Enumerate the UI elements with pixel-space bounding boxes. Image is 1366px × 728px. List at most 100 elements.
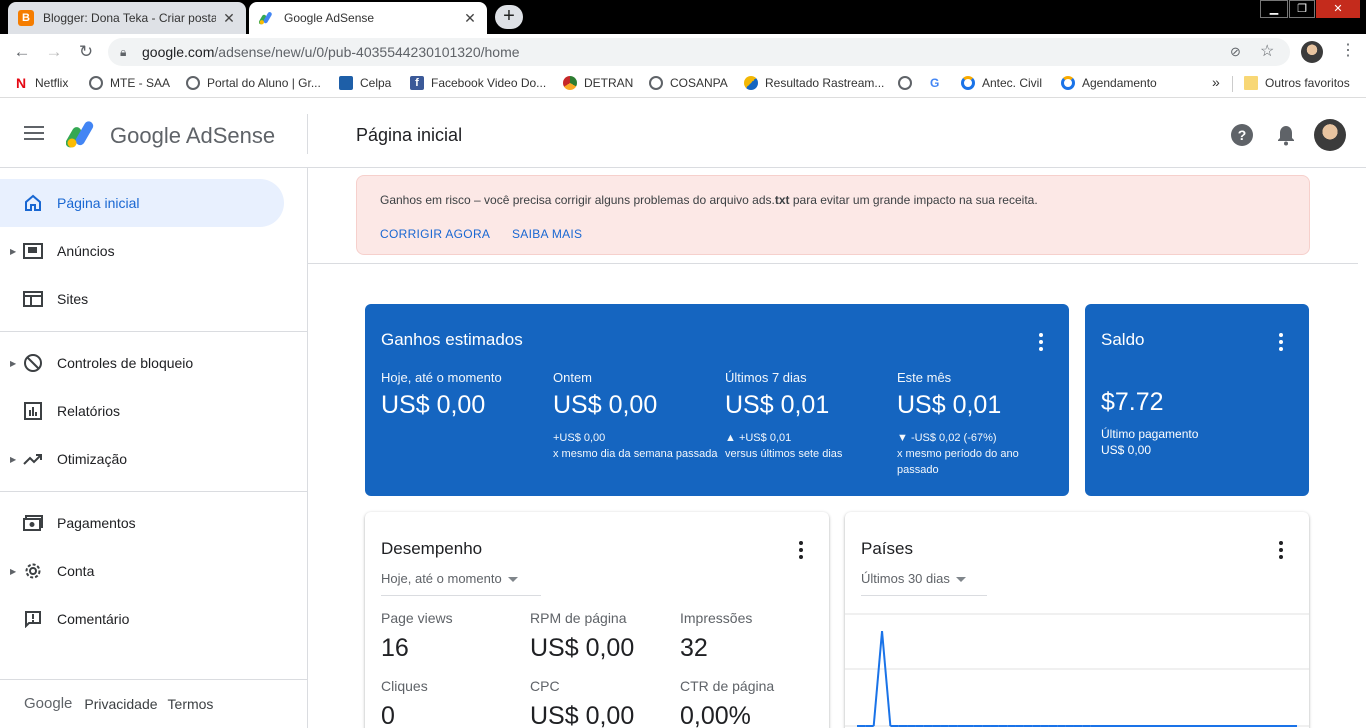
close-tab-icon[interactable]: ✕ [222, 10, 236, 27]
sidebar-item-ads[interactable]: ▶ Anúncios [0, 227, 284, 275]
url-path: /adsense/new/u/0/pub-4035544230101320/ho… [214, 44, 520, 60]
page-title: Página inicial [356, 125, 463, 145]
browser-tab-adsense[interactable]: Google AdSense ✕ [249, 2, 487, 34]
balance-value: $7.72 [1101, 388, 1164, 416]
metric-last-7-days: Últimos 7 dias US$ 0,01 ▲ +US$ 0,01 vers… [725, 370, 843, 460]
close-tab-icon[interactable]: ✕ [463, 10, 477, 27]
sidebar-item-home[interactable]: Página inicial [0, 179, 284, 227]
terms-link[interactable]: Termos [168, 696, 214, 712]
tab-title: Google AdSense [284, 11, 375, 25]
last-payment-label: Último pagamento [1101, 427, 1199, 441]
sidebar-item-reports[interactable]: Relatórios [0, 387, 284, 435]
expand-caret-icon: ▶ [10, 246, 17, 256]
bookmark-agendamento[interactable]: Agendamento [1061, 76, 1157, 90]
balance-card: Saldo $7.72 Último pagamento US$ 0,00 [1085, 304, 1309, 496]
back-icon[interactable]: ← [10, 40, 34, 64]
metric-clicks: Cliques 0 [381, 678, 428, 728]
bookmark-portal-aluno[interactable]: Portal do Aluno | Gr... [186, 76, 321, 90]
card-title: Países [861, 539, 913, 558]
app-header: Google AdSense Página inicial ? [0, 102, 1366, 168]
metric-today: Hoje, até o momento US$ 0,00 [381, 370, 502, 419]
lock-icon: 🔒︎ [120, 45, 127, 59]
facebook-icon: f [410, 76, 424, 90]
forward-icon[interactable]: → [42, 40, 66, 64]
bookmark-rastreamento[interactable]: Resultado Rastream... [744, 76, 884, 90]
countries-line-chart [845, 613, 1309, 727]
agendamento-icon [1061, 76, 1075, 90]
tab-title: Blogger: Dona Teka - Criar postagem [43, 11, 216, 25]
profile-avatar[interactable] [1301, 41, 1323, 63]
fix-now-button[interactable]: CORRIGIR AGORA [380, 227, 490, 241]
new-tab-button[interactable]: + [495, 5, 523, 29]
more-options-icon[interactable] [799, 541, 803, 562]
more-options-icon[interactable] [1279, 541, 1283, 562]
bookmark-star-icon[interactable]: ☆ [1260, 38, 1274, 66]
metric-yesterday: Ontem US$ 0,00 +US$ 0,00 x mesmo dia da … [553, 370, 718, 460]
bookmark-antec-civil[interactable]: Antec. Civil [961, 76, 1042, 90]
antec-icon [961, 76, 975, 90]
sidebar-divider [0, 679, 307, 680]
sidebar-item-payments[interactable]: Pagamentos [0, 499, 284, 547]
privacy-link[interactable]: Privacidade [84, 696, 157, 712]
bookmark-facebook-video[interactable]: f Facebook Video Do... [410, 76, 546, 90]
main-divider [308, 263, 1358, 264]
browser-menu-icon[interactable]: ⋮ [1340, 40, 1356, 60]
rastreamento-icon [744, 76, 758, 90]
close-window-icon[interactable]: ✕ [1316, 0, 1360, 18]
notifications-bell-icon[interactable] [1275, 124, 1297, 146]
card-title: Saldo [1101, 330, 1145, 349]
sidebar-divider [0, 491, 307, 492]
range-dropdown[interactable]: Hoje, até o momento [381, 571, 541, 596]
bookmarks-divider [1232, 76, 1233, 92]
browser-tab-blogger[interactable]: B Blogger: Dona Teka - Criar postagem ✕ [8, 2, 246, 34]
metric-page-views: Page views 16 [381, 610, 453, 662]
sidebar-item-block-controls[interactable]: ▶ Controles de bloqueio [0, 339, 284, 387]
metric-cpc: CPC US$ 0,00 [530, 678, 635, 728]
bookmark-detran[interactable]: DETRAN [563, 76, 633, 90]
expand-caret-icon: ▶ [10, 566, 17, 576]
netflix-icon: N [16, 75, 27, 91]
reload-icon[interactable]: ↻ [74, 40, 98, 64]
card-title: Desempenho [381, 539, 483, 558]
globe-icon [649, 76, 663, 90]
translate-blocked-icon[interactable]: ⊘ [1230, 38, 1241, 66]
other-favorites-folder[interactable]: Outros favoritos [1244, 76, 1350, 90]
globe-icon [898, 76, 912, 90]
learn-more-button[interactable]: SAIBA MAIS [512, 227, 582, 241]
maximize-window-icon[interactable]: ❐ [1289, 0, 1315, 18]
help-icon[interactable]: ? [1231, 124, 1253, 146]
more-bookmarks-button[interactable]: » [1212, 74, 1220, 90]
account-avatar[interactable] [1314, 119, 1346, 151]
bookmark-globe[interactable] [898, 76, 919, 90]
bookmark-netflix[interactable]: N Netflix [16, 76, 68, 90]
more-options-icon[interactable] [1279, 333, 1283, 354]
bookmark-google[interactable]: G [930, 76, 951, 90]
home-icon [22, 192, 44, 214]
dropdown-arrow-icon [955, 577, 966, 583]
sidebar-item-optimization[interactable]: ▶ Otimização [0, 435, 284, 483]
bookmark-cosanpa[interactable]: COSANPA [649, 76, 728, 90]
google-wordmark: Google [24, 695, 73, 712]
address-bar[interactable]: 🔒︎ google.com/adsense/new/u/0/pub-403554… [108, 38, 1290, 66]
sidebar-footer: Google Privacidade Termos [24, 695, 213, 712]
gear-icon [22, 560, 44, 582]
blogger-icon: B [18, 10, 34, 26]
sidebar-item-sites[interactable]: Sites [0, 275, 284, 323]
payments-icon [22, 512, 44, 534]
metric-this-month: Este mês US$ 0,01 ▼ -US$ 0,02 (-67%) x m… [897, 370, 1019, 476]
feedback-icon [22, 608, 44, 630]
bookmark-mte[interactable]: MTE - SAA [89, 76, 170, 90]
bookmarks-bar: N Netflix MTE - SAA Portal do Aluno | Gr.… [0, 70, 1366, 98]
sidebar-item-account[interactable]: ▶ Conta [0, 547, 284, 595]
performance-card: Desempenho Hoje, até o momento Page view… [365, 512, 829, 728]
metric-page-ctr: CTR de página 0,00% [680, 678, 775, 728]
minimize-window-icon[interactable]: ▁ [1260, 0, 1288, 18]
brand-name: Google AdSense [110, 123, 276, 148]
bookmark-celpa[interactable]: Celpa [339, 76, 391, 90]
sites-icon [22, 288, 44, 310]
range-dropdown[interactable]: Últimos 30 dias [861, 571, 987, 596]
more-options-icon[interactable] [1039, 333, 1043, 354]
hamburger-menu-icon[interactable] [24, 126, 44, 144]
sidebar-item-feedback[interactable]: Comentário [0, 595, 284, 643]
celpa-icon [339, 76, 353, 90]
